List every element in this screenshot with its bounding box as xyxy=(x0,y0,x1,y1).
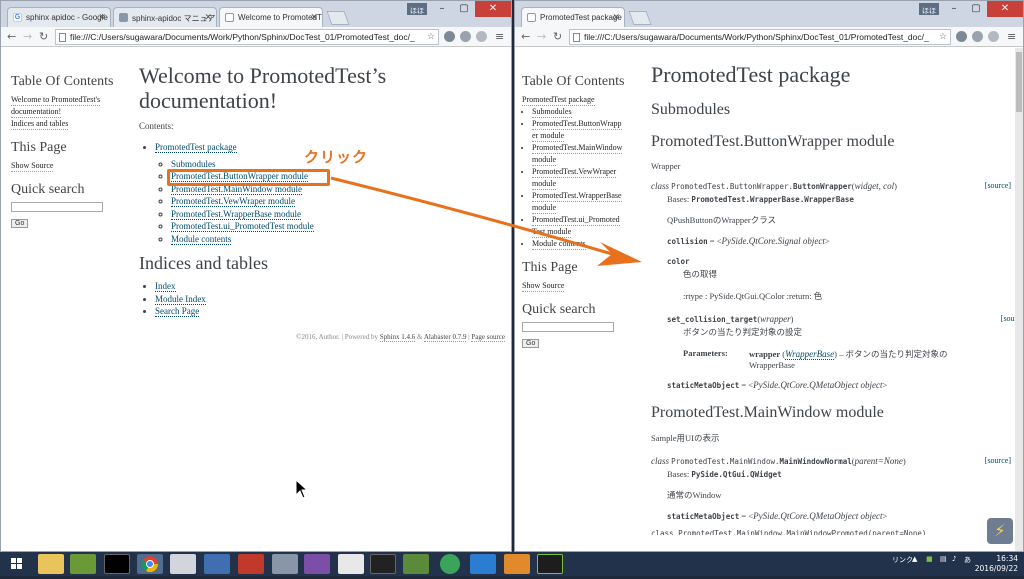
terminal-icon[interactable] xyxy=(104,554,130,574)
app-icon[interactable] xyxy=(170,554,196,574)
app-icon[interactable] xyxy=(440,554,460,574)
vscode-icon[interactable] xyxy=(470,554,496,574)
app-icon[interactable] xyxy=(238,554,264,574)
visual-studio-icon[interactable] xyxy=(304,554,330,574)
annotation-arrow xyxy=(330,176,642,266)
ime-icon[interactable]: あ xyxy=(964,555,971,565)
windows-start-icon[interactable] xyxy=(3,554,31,574)
app-icon[interactable] xyxy=(338,554,364,574)
chrome-icon[interactable] xyxy=(137,554,163,574)
pycharm-icon[interactable] xyxy=(537,554,563,574)
unity-icon[interactable] xyxy=(370,554,396,574)
taskbar-clock[interactable]: 16:34 2016/09/22 xyxy=(975,554,1018,574)
network-icon[interactable]: ▤ xyxy=(940,555,947,563)
tray-link-text: リンク xyxy=(892,556,913,564)
volume-icon[interactable]: ♪ xyxy=(952,555,956,563)
app-icon[interactable] xyxy=(70,554,96,574)
tray-expand-icon[interactable]: ▲ xyxy=(912,555,917,563)
file-explorer-icon[interactable] xyxy=(38,554,64,574)
tray-app-icon[interactable]: ■ xyxy=(926,555,933,563)
app-icon[interactable] xyxy=(504,554,530,574)
app-icon[interactable] xyxy=(272,554,298,574)
app-icon[interactable] xyxy=(204,554,230,574)
app-icon[interactable] xyxy=(403,554,429,574)
taskbar: リンク ▲ ■ ▤ ♪ あ 16:34 2016/09/22 xyxy=(0,552,1024,576)
